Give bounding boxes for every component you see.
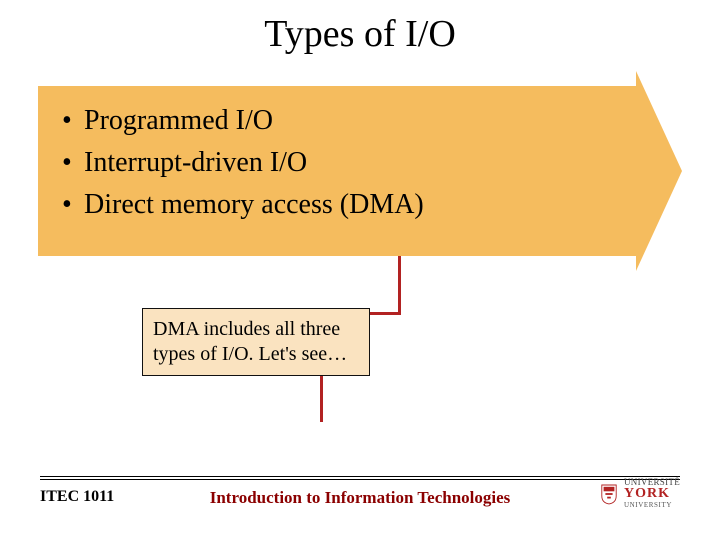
list-item: • Direct memory access (DMA): [62, 184, 424, 226]
logo-text: UNIVERSITÉ YORK UNIVERSITY: [624, 478, 680, 509]
list-item: • Programmed I/O: [62, 100, 424, 142]
bullet-icon: •: [62, 184, 84, 226]
bullet-icon: •: [62, 100, 84, 142]
arrow-head-icon: [636, 71, 682, 271]
bullet-text: Direct memory access (DMA): [84, 184, 424, 226]
slide-title: Types of I/O: [0, 12, 720, 56]
slide: Types of I/O • Programmed I/O • Interrup…: [0, 0, 720, 540]
bullet-text: Interrupt-driven I/O: [84, 142, 307, 184]
york-logo: UNIVERSITÉ YORK UNIVERSITY: [600, 478, 680, 509]
crest-icon: [600, 483, 618, 505]
divider: [40, 476, 680, 477]
callout-note: DMA includes all three types of I/O. Let…: [142, 308, 370, 376]
divider: [40, 479, 680, 480]
bullet-text: Programmed I/O: [84, 100, 273, 142]
bullet-list: • Programmed I/O • Interrupt-driven I/O …: [62, 100, 424, 226]
logo-line2: YORK: [624, 487, 680, 502]
logo-line3: UNIVERSITY: [624, 502, 680, 509]
bullet-icon: •: [62, 142, 84, 184]
list-item: • Interrupt-driven I/O: [62, 142, 424, 184]
connector-line: [398, 256, 401, 314]
